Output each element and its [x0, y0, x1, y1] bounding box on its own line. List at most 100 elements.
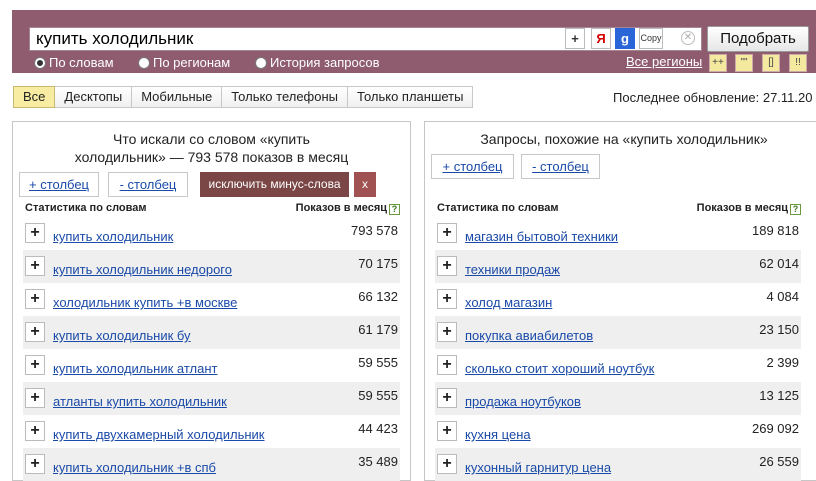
add-phrase-button[interactable]: +	[25, 289, 45, 309]
column-header-impressions: Показов в месяц?	[697, 202, 801, 215]
phrase-link[interactable]: купить двухкамерный холодильник	[53, 427, 265, 442]
table-row: + холод магазин 4 084	[435, 283, 801, 316]
table-row: + атланты купить холодильник 59 555	[23, 382, 400, 415]
add-column-label: + столбец	[442, 159, 503, 174]
phrase-link[interactable]: покупка авиабилетов	[465, 328, 593, 343]
exclude-minus-words-button[interactable]: исключить минус-слова	[200, 172, 349, 197]
impressions-count: 44 423	[358, 421, 398, 436]
mode-label: По словам	[49, 55, 114, 70]
add-operator-button[interactable]: +	[565, 28, 585, 49]
mode-by-words-radio[interactable]: По словам	[34, 55, 114, 70]
mode-history-radio[interactable]: История запросов	[255, 55, 380, 70]
table-row: + магазин бытовой техники 189 818	[435, 217, 801, 250]
impressions-count: 59 555	[358, 388, 398, 403]
bracket-match-button[interactable]: []	[762, 54, 780, 72]
add-phrase-button[interactable]: +	[25, 256, 45, 276]
phrase-link[interactable]: сколько стоит хороший ноутбук	[465, 361, 654, 376]
copy-button[interactable]: Copy	[639, 28, 663, 49]
last-update-text: Последнее обновление: 27.11.20	[613, 90, 813, 105]
phrase-link[interactable]: техники продаж	[465, 262, 560, 277]
add-phrase-button[interactable]: +	[437, 388, 457, 408]
phrase-link[interactable]: купить холодильник	[53, 229, 173, 244]
google-button[interactable]: g	[615, 28, 635, 49]
radio-checked-icon	[34, 57, 46, 69]
table-row: + холодильник купить +в москве 66 132	[23, 283, 400, 316]
phrase-link[interactable]: холод магазин	[465, 295, 552, 310]
tab-phones-only[interactable]: Только телефоны	[222, 86, 349, 108]
phrase-link[interactable]: магазин бытовой техники	[465, 229, 618, 244]
tab-mobile[interactable]: Мобильные	[132, 86, 223, 108]
impressions-count: 2 399	[766, 355, 799, 370]
radio-icon	[138, 57, 150, 69]
table-row: + покупка авиабилетов 23 150	[435, 316, 801, 349]
impressions-count: 26 559	[759, 454, 799, 469]
exact-match-button[interactable]: !!	[789, 54, 807, 72]
table-row: + сколько стоит хороший ноутбук 2 399	[435, 349, 801, 382]
yandex-keyboard-button[interactable]: Я	[591, 28, 611, 49]
phrase-link[interactable]: продажа ноутбуков	[465, 394, 581, 409]
mode-by-regions-radio[interactable]: По регионам	[138, 55, 230, 70]
table-header: Статистика по словам Показов в месяц?	[435, 201, 813, 217]
phrase-link[interactable]: холодильник купить +в москве	[53, 295, 237, 310]
close-minus-words-button[interactable]: x	[354, 172, 376, 197]
impressions-count: 4 084	[766, 289, 799, 304]
phrase-link[interactable]: кухня цена	[465, 427, 531, 442]
add-phrase-button[interactable]: +	[437, 256, 457, 276]
table-row: + купить холодильник бу 61 179	[23, 316, 400, 349]
add-phrase-button[interactable]: +	[25, 388, 45, 408]
column-header-impressions: Показов в месяц?	[296, 202, 400, 215]
tab-all[interactable]: Все	[13, 86, 56, 108]
add-phrase-button[interactable]: +	[437, 421, 457, 441]
words-table: + купить холодильник 793 578 + купить холод…	[23, 217, 400, 481]
table-row: + купить холодильник атлант 59 555	[23, 349, 400, 382]
table-row: + купить холодильник 793 578	[23, 217, 400, 250]
phrase-link[interactable]: купить холодильник недорого	[53, 262, 232, 277]
radio-icon	[255, 57, 267, 69]
phrase-link[interactable]: купить холодильник атлант	[53, 361, 217, 376]
phrase-link[interactable]: купить холодильник бу	[53, 328, 191, 343]
impressions-count: 269 092	[752, 421, 799, 436]
add-phrase-button[interactable]: +	[437, 454, 457, 474]
phrase-link[interactable]: атланты купить холодильник	[53, 394, 227, 409]
add-phrase-button[interactable]: +	[25, 223, 45, 243]
add-phrase-button[interactable]: +	[437, 355, 457, 375]
panel-title: Запросы, похожие на «купить холодильник»	[480, 131, 768, 147]
phrase-link[interactable]: купить холодильник +в спб	[53, 460, 216, 475]
search-panel: купить холодильник + Я g Copy ✕ Подобрат…	[12, 10, 816, 73]
quote-match-button[interactable]: ""	[735, 54, 753, 72]
add-phrase-button[interactable]: +	[25, 454, 45, 474]
help-icon[interactable]: ?	[790, 204, 801, 215]
remove-column-button[interactable]: - столбец	[108, 172, 188, 197]
add-phrase-button[interactable]: +	[437, 223, 457, 243]
remove-column-button[interactable]: - столбец	[521, 154, 600, 179]
table-row: + кухонный гарнитур цена 26 559	[435, 448, 801, 481]
device-tabs: Все Десктопы Мобильные Только телефоны Т…	[13, 86, 474, 108]
impressions-count: 59 555	[358, 355, 398, 370]
add-phrase-button[interactable]: +	[437, 289, 457, 309]
table-row: + купить двухкамерный холодильник 44 423	[23, 415, 400, 448]
impressions-count: 61 179	[358, 322, 398, 337]
column-header-label: Показов в месяц	[295, 202, 387, 214]
add-phrase-button[interactable]: +	[437, 322, 457, 342]
table-row: + продажа ноутбуков 13 125	[435, 382, 801, 415]
add-phrase-button[interactable]: +	[25, 322, 45, 342]
regions-link[interactable]: Все регионы	[626, 54, 702, 69]
help-icon[interactable]: ?	[389, 204, 400, 215]
impressions-count: 793 578	[351, 223, 398, 238]
table-row: + кухня цена 269 092	[435, 415, 801, 448]
panel-title-line: Что искали со словом «купить	[113, 131, 310, 147]
impressions-count: 13 125	[759, 388, 799, 403]
impressions-count: 62 014	[759, 256, 799, 271]
close-icon[interactable]: ✕	[681, 31, 695, 45]
phrase-match-button[interactable]: ++	[709, 54, 727, 72]
impressions-count: 35 489	[358, 454, 398, 469]
add-column-button[interactable]: + столбец	[431, 154, 514, 179]
add-phrase-button[interactable]: +	[25, 421, 45, 441]
tab-tablets-only[interactable]: Только планшеты	[348, 86, 474, 108]
phrase-link[interactable]: кухонный гарнитур цена	[465, 460, 611, 475]
submit-button[interactable]: Подобрать	[707, 26, 809, 52]
tab-desktops[interactable]: Десктопы	[55, 86, 133, 108]
impressions-count: 189 818	[752, 223, 799, 238]
add-phrase-button[interactable]: +	[25, 355, 45, 375]
add-column-button[interactable]: + столбец	[19, 172, 99, 197]
